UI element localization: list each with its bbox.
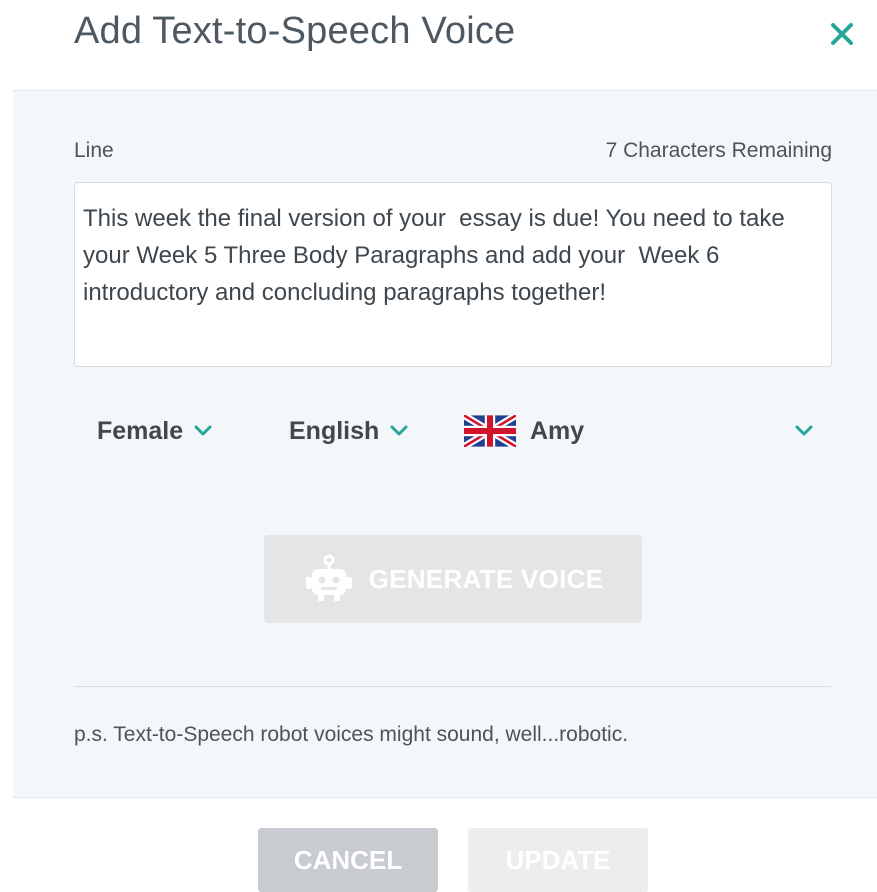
close-icon[interactable]: [822, 14, 862, 54]
dialog-header: Add Text-to-Speech Voice: [0, 0, 877, 90]
cancel-button[interactable]: CANCEL: [258, 828, 438, 892]
update-button[interactable]: UPDATE: [468, 828, 648, 892]
characters-remaining: 7 Characters Remaining: [605, 139, 832, 162]
line-label: Line: [74, 139, 114, 162]
uk-flag-icon: [464, 415, 516, 447]
generate-voice-button[interactable]: GENERATE VOICE: [264, 535, 642, 623]
chevron-down-icon: [194, 425, 212, 436]
line-textarea[interactable]: This week the final version of your essa…: [74, 182, 832, 367]
robotic-voice-note: p.s. Text-to-Speech robot voices might s…: [74, 723, 629, 746]
chevron-down-icon: [390, 425, 408, 436]
voice-value: Amy: [530, 416, 585, 445]
divider: [74, 686, 831, 687]
language-value: English: [289, 416, 380, 445]
gender-value: Female: [97, 416, 184, 445]
language-select[interactable]: English: [289, 408, 409, 454]
generate-voice-label: GENERATE VOICE: [368, 563, 604, 594]
robot-icon: [305, 554, 352, 601]
voice-select[interactable]: Amy: [464, 408, 824, 454]
gender-select[interactable]: Female: [97, 408, 213, 454]
chevron-down-icon: [795, 425, 813, 436]
dialog-title: Add Text-to-Speech Voice: [74, 10, 516, 52]
